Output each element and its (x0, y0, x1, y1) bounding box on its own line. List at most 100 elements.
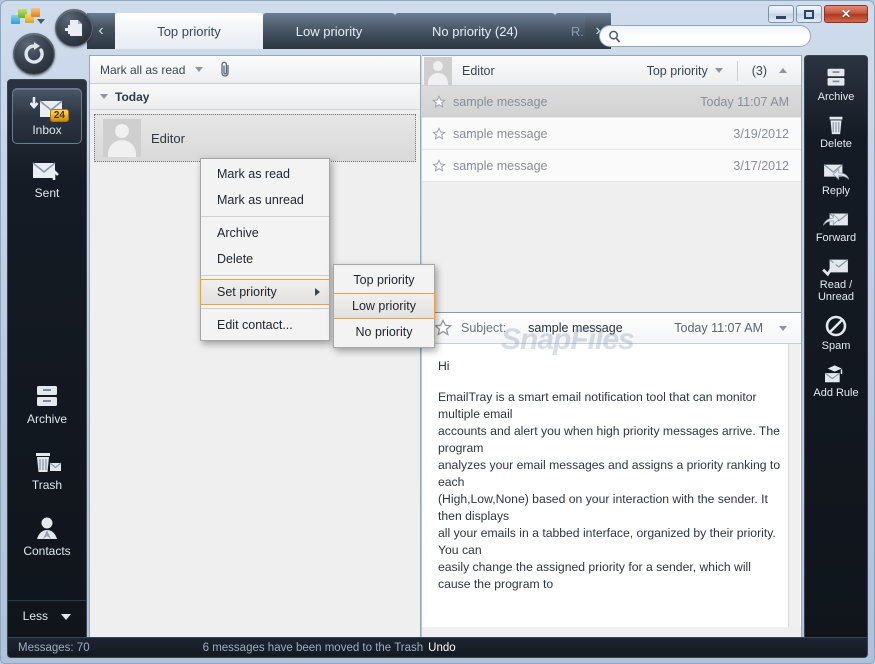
messages-count-label: Messages: 70 (18, 641, 90, 654)
menu-item-mark-as-read[interactable]: Mark as read (201, 161, 329, 187)
menu-item-label: Delete (217, 252, 254, 266)
list-group-header[interactable]: Today (90, 84, 420, 110)
menu-item-label: Edit contact... (217, 318, 293, 332)
submenu-item-low-priority[interactable]: Low priority (333, 293, 435, 319)
menu-item-delete[interactable]: Delete (201, 246, 329, 272)
body-line: all your emails in a tabbed interface, o… (438, 526, 776, 557)
new-message-icon (65, 20, 82, 36)
action-add-rule[interactable]: Add Rule (805, 358, 867, 405)
action-reply[interactable]: Reply (805, 156, 867, 203)
chevron-down-icon[interactable] (779, 325, 787, 331)
sidebar-item-trash[interactable]: Trash (8, 444, 86, 498)
message-list-item[interactable]: sample message 3/19/2012 (422, 118, 801, 150)
status-bar: Messages: 70 6 messages have been moved … (7, 637, 868, 658)
paperclip-icon[interactable] (219, 61, 233, 79)
vertical-scrollbar[interactable] (788, 344, 800, 627)
body-line: Hi (438, 359, 450, 373)
close-icon: ✕ (840, 7, 852, 21)
add-rule-icon (824, 365, 843, 383)
menu-item-label: No priority (355, 325, 413, 339)
close-button[interactable]: ✕ (824, 5, 868, 23)
menu-item-label: Set priority (217, 285, 277, 299)
action-label: Archive (817, 91, 855, 103)
tab-top-priority[interactable]: Top priority (115, 13, 263, 49)
contact-name: Editor (151, 130, 185, 146)
search-input[interactable] (626, 29, 801, 43)
sidebar-item-archive[interactable]: Archive (8, 378, 86, 432)
chevron-down-icon[interactable] (37, 19, 45, 24)
chevron-right-icon (315, 288, 320, 296)
message-date: 3/17/2012 (733, 158, 789, 173)
submenu-item-no-priority[interactable]: No priority (334, 319, 434, 345)
subject-label: Subject: (461, 321, 507, 335)
chevron-down-icon[interactable] (714, 68, 723, 73)
message-body: Hi EmailTray is a smart email notificati… (422, 344, 801, 627)
chevron-down-icon (100, 94, 108, 99)
new-message-button[interactable] (55, 9, 93, 47)
refresh-button[interactable] (13, 33, 55, 75)
menu-item-label: Mark as unread (217, 193, 304, 207)
chevron-down-icon (61, 613, 72, 620)
action-read-unread[interactable]: Read / Unread (805, 250, 867, 309)
message-subject: sample message (453, 94, 548, 109)
contact-list-item[interactable]: Editor (94, 114, 416, 162)
reply-icon (823, 164, 850, 181)
menu-item-archive[interactable]: Archive (201, 220, 329, 246)
submenu-item-top-priority[interactable]: Top priority (334, 267, 434, 293)
body-line: easily change the assigned priority for … (438, 560, 751, 591)
menu-item-label: Mark as read (217, 167, 290, 181)
menu-item-label: Archive (217, 226, 259, 240)
action-label: Add Rule (813, 387, 859, 399)
message-subject: sample message (453, 158, 548, 173)
refresh-icon (24, 42, 44, 64)
search-box[interactable] (599, 25, 811, 47)
sidebar-item-label: Trash (31, 478, 63, 492)
star-icon[interactable] (434, 319, 452, 337)
minimize-button[interactable] (768, 5, 794, 23)
menu-item-mark-as-unread[interactable]: Mark as unread (201, 187, 329, 213)
left-sidebar: Inbox 24 Sent Archive Trash Contacts Les… (7, 79, 87, 637)
avatar (103, 119, 141, 157)
list-toolbar: Mark all as read (90, 56, 420, 84)
sidebar-less-toggle[interactable]: Less (8, 600, 86, 623)
action-forward[interactable]: Forward (805, 203, 867, 250)
inbox-unread-badge: 24 (49, 109, 69, 122)
archive-icon (37, 386, 57, 406)
trash-icon (36, 453, 62, 472)
read-unread-icon (822, 259, 849, 277)
sidebar-item-label: Sent (34, 186, 60, 200)
priority-selector-label[interactable]: Top priority (647, 64, 708, 78)
action-archive[interactable]: Archive (805, 62, 867, 109)
sidebar-item-contacts[interactable]: Contacts (8, 510, 86, 564)
action-label: Reply (821, 185, 851, 197)
action-spam[interactable]: Spam (805, 309, 867, 358)
message-date: 3/19/2012 (733, 126, 789, 141)
chevron-down-icon[interactable] (195, 67, 204, 72)
sidebar-item-inbox[interactable]: Inbox 24 (12, 88, 82, 144)
context-menu: Mark as read Mark as unread Archive Dele… (200, 158, 330, 341)
action-delete[interactable]: Delete (805, 109, 867, 156)
sidebar-less-label: Less (22, 609, 48, 623)
mark-all-as-read-button[interactable]: Mark all as read (100, 63, 185, 77)
tab-no-priority[interactable]: No priority (24) (395, 13, 555, 49)
message-pane-header: Editor Top priority (3) (422, 56, 801, 86)
star-icon[interactable] (432, 158, 446, 173)
maximize-button[interactable] (796, 5, 822, 23)
right-sidebar: Archive Delete Reply Forward Read / Unre… (804, 55, 868, 637)
message-sender-name: Editor (462, 63, 495, 78)
menu-item-set-priority[interactable]: Set priority (200, 279, 330, 305)
archive-icon (827, 68, 845, 86)
star-icon[interactable] (432, 126, 446, 141)
sidebar-item-sent[interactable]: Sent (8, 154, 86, 206)
undo-link[interactable]: Undo (428, 642, 456, 654)
spam-icon (825, 315, 847, 337)
star-icon[interactable] (432, 94, 446, 109)
chevron-up-icon[interactable] (779, 68, 787, 73)
tab-low-priority[interactable]: Low priority (263, 13, 395, 49)
menu-separator (201, 308, 329, 309)
menu-item-edit-contact[interactable]: Edit contact... (201, 312, 329, 338)
message-list-item[interactable]: sample message Today 11:07 AM (422, 86, 801, 118)
message-list-item[interactable]: sample message 3/17/2012 (422, 150, 801, 182)
app-logo[interactable] (11, 7, 45, 29)
